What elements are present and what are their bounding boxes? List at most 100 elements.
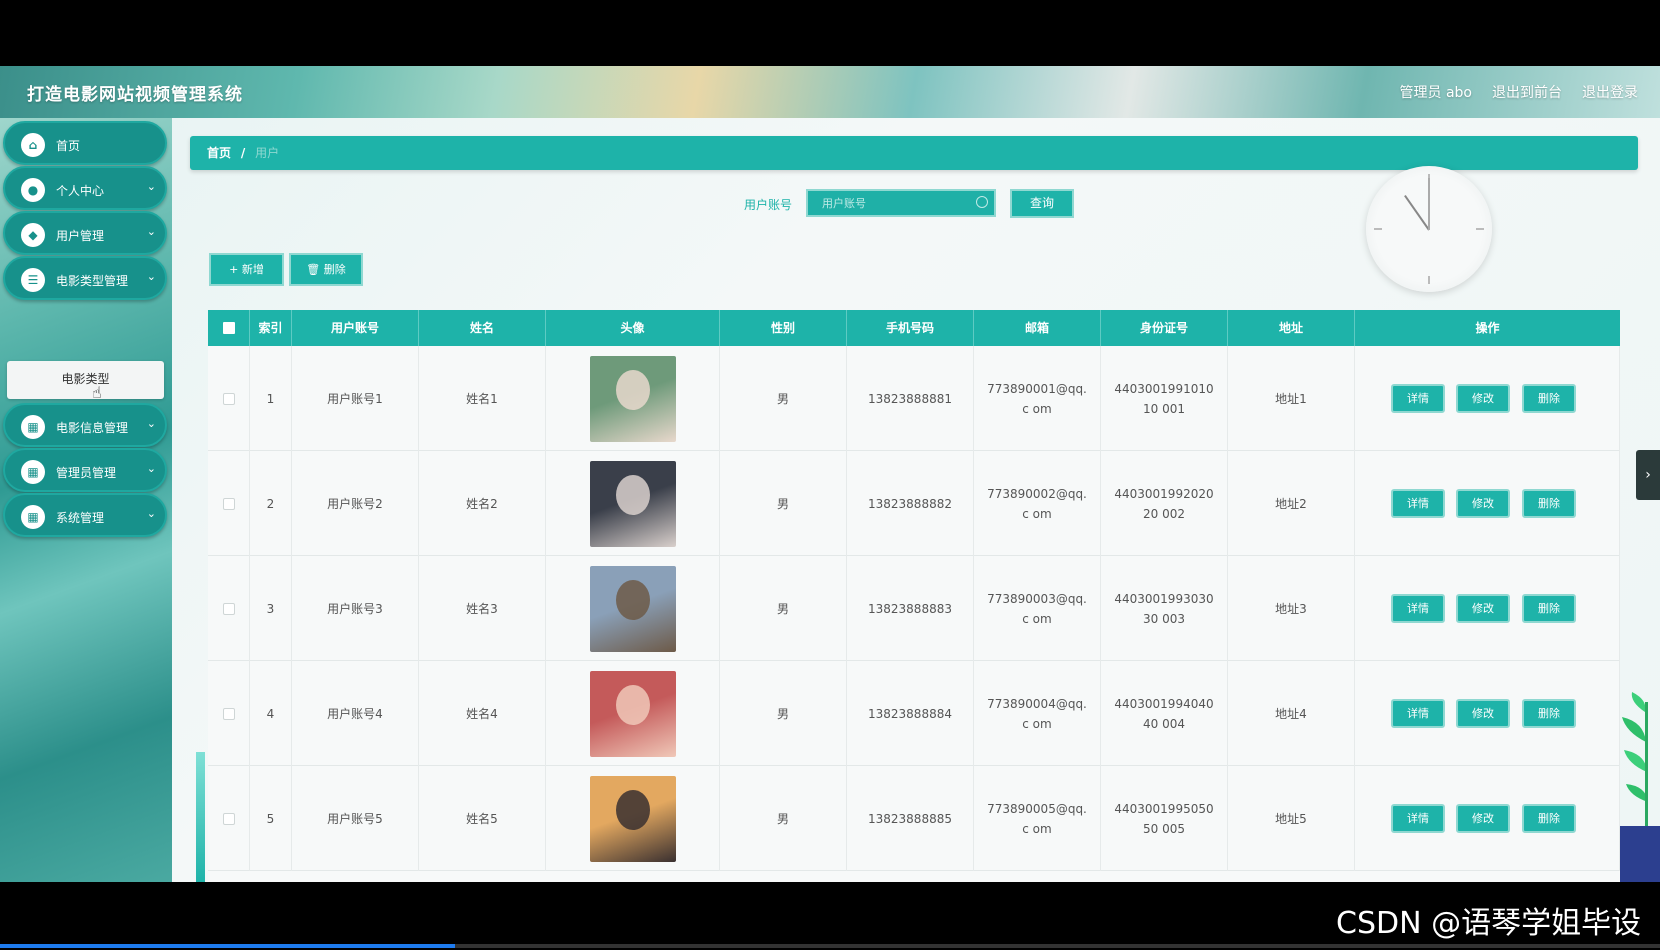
sidebar-item-label: 电影类型管理 bbox=[56, 274, 129, 288]
row-checkbox[interactable] bbox=[222, 812, 235, 825]
cell-address: 地址3 bbox=[1228, 556, 1355, 661]
user-table: 索引 用户账号 姓名 头像 性别 手机号码 邮箱 身份证号 地址 操作 1 用户账… bbox=[208, 310, 1620, 882]
table-row: 1 用户账号1 姓名1 男 13823888881 773890001@qq.c om 44… bbox=[208, 346, 1620, 451]
breadcrumb: 首页 / 用户 bbox=[190, 136, 1638, 170]
sidebar-item-label: 电影信息管理 bbox=[56, 421, 129, 435]
cell-name: 姓名3 bbox=[419, 556, 546, 661]
delete-button[interactable]: 删除 bbox=[1522, 804, 1576, 833]
sidebar-item-system[interactable]: ▦ 系统管理 ⌄ bbox=[3, 493, 167, 537]
add-button[interactable]: + 新增 bbox=[209, 253, 284, 286]
cell-gender: 男 bbox=[720, 346, 847, 451]
cell-id_card: 440300199505050 005 bbox=[1101, 766, 1228, 871]
grid-icon: ▦ bbox=[21, 505, 45, 529]
search-input[interactable] bbox=[806, 189, 996, 217]
col-email: 邮箱 bbox=[974, 310, 1101, 346]
delete-button[interactable]: 删除 bbox=[1522, 384, 1576, 413]
cell-index: 3 bbox=[250, 556, 292, 661]
chevron-right-icon[interactable]: › bbox=[1636, 450, 1660, 500]
breadcrumb-home[interactable]: 首页 bbox=[207, 146, 231, 160]
sidebar-item-label: 系统管理 bbox=[56, 511, 105, 525]
breadcrumb-separator: / bbox=[240, 146, 246, 160]
col-address: 地址 bbox=[1228, 310, 1355, 346]
row-checkbox[interactable] bbox=[222, 707, 235, 720]
col-avatar: 头像 bbox=[546, 310, 720, 346]
col-actions: 操作 bbox=[1475, 321, 1500, 335]
chevron-down-icon: ⌄ bbox=[146, 417, 156, 430]
plant-decoration bbox=[1620, 692, 1660, 882]
logout-link[interactable]: 退出登录 bbox=[1582, 82, 1638, 102]
cell-id_card: 440300199303030 003 bbox=[1101, 556, 1228, 661]
clock-decoration bbox=[1366, 166, 1492, 292]
select-all-checkbox[interactable] bbox=[208, 310, 250, 346]
detail-button[interactable]: 详情 bbox=[1391, 384, 1445, 413]
table-row: 5 用户账号5 姓名5 男 13823888885 773890005@qq.c om 44… bbox=[208, 766, 1620, 871]
cell-avatar bbox=[546, 451, 720, 556]
sidebar-item-label: 首页 bbox=[56, 139, 81, 153]
cell-email: 773890001@qq.c om bbox=[974, 346, 1101, 451]
cell-account: 用户账号1 bbox=[292, 346, 419, 451]
cell-gender: 男 bbox=[720, 451, 847, 556]
search-label: 用户账号 bbox=[744, 198, 793, 212]
edit-button[interactable]: 修改 bbox=[1456, 594, 1510, 623]
app-title: 打造电影网站视频管理系统 bbox=[27, 85, 243, 105]
col-account: 用户账号 bbox=[292, 310, 419, 346]
row-checkbox[interactable] bbox=[222, 602, 235, 615]
edit-button[interactable]: 修改 bbox=[1456, 804, 1510, 833]
detail-button[interactable]: 详情 bbox=[1391, 804, 1445, 833]
edit-button[interactable]: 修改 bbox=[1456, 384, 1510, 413]
sidebar-item-home[interactable]: ⌂ 首页 bbox=[3, 121, 167, 165]
sidebar-item-movie-types[interactable]: ☰ 电影类型管理 ⌄ bbox=[3, 256, 167, 300]
sidebar-item-admins[interactable]: ▦ 管理员管理 ⌄ bbox=[3, 448, 167, 492]
cell-phone: 13823888885 bbox=[847, 766, 974, 871]
cell-email: 773890005@qq.c om bbox=[974, 766, 1101, 871]
cell-email: 773890002@qq.c om bbox=[974, 451, 1101, 556]
cell-phone: 13823888882 bbox=[847, 451, 974, 556]
table-row: 3 用户账号3 姓名3 男 13823888883 773890003@qq.c om 44… bbox=[208, 556, 1620, 661]
col-gender: 性别 bbox=[720, 310, 847, 346]
sidebar-item-users[interactable]: ◆ 用户管理 ⌄ bbox=[3, 211, 167, 255]
cell-index: 2 bbox=[250, 451, 292, 556]
sidebar-item-label: 个人中心 bbox=[56, 184, 105, 198]
cell-gender: 男 bbox=[720, 556, 847, 661]
edit-button[interactable]: 修改 bbox=[1456, 489, 1510, 518]
query-button[interactable]: 查询 bbox=[1010, 189, 1074, 218]
video-progress-bar[interactable] bbox=[0, 944, 1660, 948]
delete-button[interactable]: 删除 bbox=[1522, 594, 1576, 623]
admin-name: 管理员 abo bbox=[1399, 85, 1472, 101]
checkbox-cell bbox=[208, 661, 250, 766]
sidebar-item-profile[interactable]: ● 个人中心 ⌄ bbox=[3, 166, 167, 210]
cell-account: 用户账号3 bbox=[292, 556, 419, 661]
detail-button[interactable]: 详情 bbox=[1391, 699, 1445, 728]
row-checkbox[interactable] bbox=[222, 497, 235, 510]
sidebar-item-label: 管理员管理 bbox=[56, 466, 117, 480]
detail-button[interactable]: 详情 bbox=[1391, 489, 1445, 518]
avatar bbox=[589, 355, 676, 442]
cell-id_card: 440300199404040 004 bbox=[1101, 661, 1228, 766]
sidebar: ⌂ 首页 ● 个人中心 ⌄ ◆ 用户管理 ⌄ ☰ 电影类型管理 ⌄ 电影类型 ☝… bbox=[0, 118, 172, 882]
search-icon bbox=[976, 196, 988, 208]
app-window: 打造电影网站视频管理系统 管理员 abo 退出到前台 退出登录 ⌂ 首页 ● 个… bbox=[0, 66, 1660, 882]
checkbox-cell bbox=[208, 766, 250, 871]
table-header: 索引 用户账号 姓名 头像 性别 手机号码 邮箱 身份证号 地址 操作 bbox=[208, 310, 1620, 346]
batch-delete-button[interactable]: 🗑 删除 bbox=[289, 253, 363, 286]
edit-button[interactable]: 修改 bbox=[1456, 699, 1510, 728]
cell-id_card: 440300199101010 001 bbox=[1101, 346, 1228, 451]
list-icon: ☰ bbox=[21, 268, 45, 292]
cell-phone: 13823888881 bbox=[847, 346, 974, 451]
delete-button[interactable]: 删除 bbox=[1522, 699, 1576, 728]
cell-address: 地址2 bbox=[1228, 451, 1355, 556]
decorative-bar bbox=[196, 752, 205, 882]
delete-button[interactable]: 删除 bbox=[1522, 489, 1576, 518]
cell-phone: 13823888884 bbox=[847, 661, 974, 766]
sidebar-subitem-movie-type[interactable]: 电影类型 bbox=[7, 361, 164, 399]
avatar bbox=[589, 670, 676, 757]
top-header: 打造电影网站视频管理系统 管理员 abo 退出到前台 退出登录 bbox=[0, 66, 1660, 118]
detail-button[interactable]: 详情 bbox=[1391, 594, 1445, 623]
sidebar-item-movie-info[interactable]: ▦ 电影信息管理 ⌄ bbox=[3, 403, 167, 447]
front-link[interactable]: 退出到前台 bbox=[1492, 82, 1562, 102]
checkbox-cell bbox=[208, 556, 250, 661]
cell-index: 5 bbox=[250, 766, 292, 871]
row-checkbox[interactable] bbox=[222, 392, 235, 405]
cell-name: 姓名1 bbox=[419, 346, 546, 451]
breadcrumb-current: 用户 bbox=[255, 146, 280, 160]
